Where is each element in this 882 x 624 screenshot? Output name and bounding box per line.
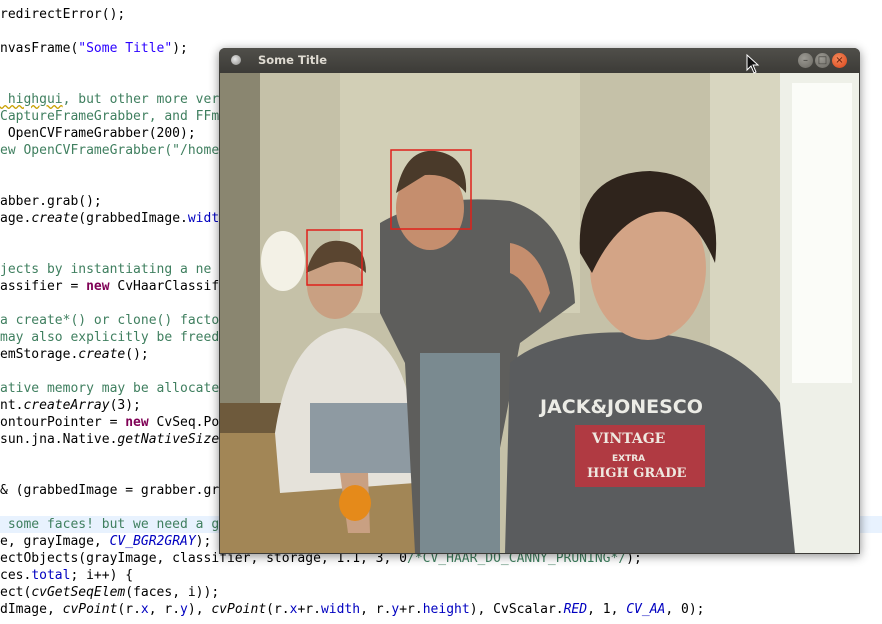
code-line[interactable]: ontourPointer = new CvSeq.Po xyxy=(0,414,219,431)
code-token: create xyxy=(78,347,126,362)
code-token: emStorage. xyxy=(0,347,79,362)
code-line[interactable]: assifier = new CvHaarClassif xyxy=(0,278,219,295)
code-token: highgui xyxy=(0,92,63,107)
code-token: getNativeSize xyxy=(117,432,220,447)
code-token: ), CvScalar. xyxy=(469,602,564,617)
code-token: redirectError(); xyxy=(0,7,126,22)
camera-frame-image: JACK&JONESCO VINTAGE EXTRA HIGH GRADE xyxy=(220,73,859,553)
code-line[interactable]: emStorage.create(); xyxy=(0,346,149,363)
code-line[interactable]: nvasFrame("Some Title"); xyxy=(0,40,188,57)
code-token: height xyxy=(422,602,470,617)
code-token: assifier = xyxy=(0,279,87,294)
code-token: e, grayImage, xyxy=(0,534,110,549)
code-token: CV_BGR2GRAY xyxy=(109,534,196,549)
code-token: , r. xyxy=(360,602,392,617)
code-token: x xyxy=(140,602,149,617)
code-line[interactable]: ect(cvGetSeqElem(faces, i)); xyxy=(0,584,219,601)
code-token: nvasFrame( xyxy=(0,41,79,56)
code-line[interactable]: highgui, but other more ver xyxy=(0,91,219,108)
code-token: a create*() or clone() facto xyxy=(0,313,220,328)
code-token: widt xyxy=(187,211,220,226)
code-token: y xyxy=(180,602,188,617)
code-token: , 1, xyxy=(587,602,627,617)
window-titlebar[interactable]: Some Title – □ × xyxy=(219,48,860,73)
code-token: , 0); xyxy=(665,602,705,617)
code-token: cvPoint xyxy=(211,602,267,617)
code-line[interactable]: CaptureFrameGrabber, and FFm xyxy=(0,108,219,125)
code-token: +r. xyxy=(297,602,321,617)
code-token: some faces! but we need a g xyxy=(0,517,220,532)
shirt-text-extra: EXTRA xyxy=(612,454,645,464)
code-token: cvPoint xyxy=(62,602,118,617)
code-token: ative memory may be allocate xyxy=(0,381,220,396)
shirt-text-vintage: VINTAGE xyxy=(591,431,665,447)
code-line[interactable]: a create*() or clone() facto xyxy=(0,312,219,329)
code-token: (grabbedImage. xyxy=(78,211,188,226)
shirt-text-brand: JACK&JONESCO xyxy=(538,396,703,418)
code-token: (r. xyxy=(266,602,290,617)
code-token: (faces, i)); xyxy=(125,585,220,600)
code-token: , but other more ver xyxy=(62,92,220,107)
close-button[interactable]: × xyxy=(832,53,847,68)
code-token: ); xyxy=(172,41,188,56)
code-line[interactable]: sun.jna.Native.getNativeSize xyxy=(0,431,219,448)
code-token: sun.jna.Native. xyxy=(0,432,118,447)
code-line[interactable]: may also explicitly be freed xyxy=(0,329,219,346)
code-line[interactable]: OpenCVFrameGrabber(200); xyxy=(0,125,196,142)
code-token: createArray xyxy=(23,398,110,413)
code-token: , r. xyxy=(148,602,181,617)
code-token: ), xyxy=(187,602,212,617)
code-token: CV_AA xyxy=(626,602,666,617)
canvas-frame-window[interactable]: Some Title – □ × JACK&JONESCO VINTAGE EX… xyxy=(219,48,860,554)
code-line[interactable]: dImage, cvPoint(r.x, r.y), cvPoint(r.x+r… xyxy=(0,601,705,618)
code-token: new xyxy=(125,415,149,430)
code-line[interactable]: & (grabbedImage = grabber.gr xyxy=(0,482,219,499)
code-line[interactable]: ew OpenCVFrameGrabber("/home xyxy=(0,142,219,159)
code-line[interactable]: age.create(grabbedImage.widt xyxy=(0,210,219,227)
code-token: ; i++) { xyxy=(70,568,134,583)
camera-canvas: JACK&JONESCO VINTAGE EXTRA HIGH GRADE xyxy=(220,73,859,553)
code-line[interactable]: abber.grab(); xyxy=(0,193,102,210)
code-token: CaptureFrameGrabber, and FFm xyxy=(0,109,220,124)
code-token: cvGetSeqElem xyxy=(31,585,126,600)
code-token: may also explicitly be freed xyxy=(0,330,220,345)
code-token: ect( xyxy=(0,585,32,600)
code-token: abber.grab(); xyxy=(0,194,102,209)
mouse-pointer-icon xyxy=(746,54,760,74)
code-token: (3); xyxy=(109,398,141,413)
code-token: RED xyxy=(563,602,588,617)
code-line[interactable]: e, grayImage, CV_BGR2GRAY); xyxy=(0,533,211,550)
maximize-button[interactable]: □ xyxy=(815,53,830,68)
code-token: ces. xyxy=(0,568,32,583)
window-title: Some Title xyxy=(258,53,327,67)
window-menu-icon[interactable] xyxy=(231,55,241,65)
code-token: nt. xyxy=(0,398,24,413)
code-line[interactable]: jects by instantiating a ne xyxy=(0,261,211,278)
code-token: +r. xyxy=(399,602,423,617)
code-line[interactable]: ative memory may be allocate xyxy=(0,380,219,397)
code-token: new xyxy=(86,279,110,294)
code-token: total xyxy=(31,568,71,583)
code-line[interactable]: redirectError(); xyxy=(0,6,125,23)
code-token: ontourPointer = xyxy=(0,415,126,430)
minimize-button[interactable]: – xyxy=(798,53,813,68)
code-token: & (grabbedImage = grabber.gr xyxy=(0,483,220,498)
code-line[interactable]: ces.total; i++) { xyxy=(0,567,133,584)
code-token: dImage, xyxy=(0,602,63,617)
code-token: width xyxy=(320,602,361,617)
code-token: (); xyxy=(125,347,149,362)
code-token: create xyxy=(31,211,79,226)
code-line[interactable]: nt.createArray(3); xyxy=(0,397,141,414)
code-token: OpenCVFrameGrabber(200); xyxy=(0,126,196,141)
code-token: CvHaarClassif xyxy=(109,279,220,294)
code-token: jects by instantiating a ne xyxy=(0,262,212,277)
code-token: CvSeq.Po xyxy=(148,415,220,430)
shirt-text-grade: HIGH GRADE xyxy=(587,466,687,481)
code-token: ew OpenCVFrameGrabber("/home xyxy=(0,143,220,158)
code-token: (r. xyxy=(117,602,141,617)
code-token: age. xyxy=(0,211,32,226)
code-token: "Some Title" xyxy=(78,41,173,56)
code-token: ); xyxy=(195,534,212,549)
